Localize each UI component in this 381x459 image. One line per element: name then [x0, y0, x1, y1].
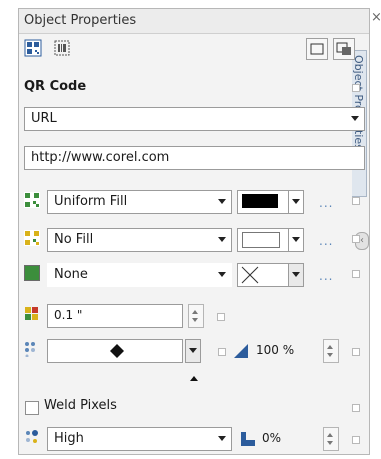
outline-color-icon — [24, 265, 40, 281]
background-more-button[interactable]: ... — [319, 234, 333, 248]
pixel-spacing-icon — [241, 432, 255, 446]
roundness-value[interactable]: 100 % — [256, 343, 294, 357]
fill-lock-toggle[interactable] — [352, 197, 360, 205]
qr-green-fill-icon — [24, 192, 40, 208]
fill-color-dropdown[interactable] — [288, 190, 304, 214]
pixel-shape-arrow[interactable] — [185, 339, 201, 363]
side-tab-label: Object Properties — [352, 55, 365, 150]
chevron-down-icon — [218, 272, 226, 277]
outline-lock-toggle[interactable] — [352, 270, 360, 278]
fill-color-picker[interactable] — [237, 190, 289, 214]
qr-type-dropdown[interactable]: URL — [24, 107, 365, 131]
panel-title: Object Properties — [24, 13, 137, 28]
fill-type-dropdown[interactable]: Uniform Fill — [47, 190, 232, 214]
collapse-arrow-icon[interactable] — [190, 376, 198, 381]
weld-pixels-checkbox[interactable] — [25, 401, 39, 415]
outline-type-dropdown[interactable]: None — [47, 263, 232, 287]
qr-code-icon[interactable] — [24, 39, 42, 57]
url-value: http://www.corel.com — [31, 150, 170, 165]
chevron-down-icon — [189, 348, 197, 353]
pixel-spacing-spinner[interactable] — [323, 427, 339, 451]
lock-toggle[interactable] — [352, 84, 360, 92]
chevron-down-icon — [218, 436, 226, 441]
error-correction-dropdown[interactable]: High — [47, 427, 232, 451]
background-color-swatch — [242, 232, 280, 248]
outline-width-value: 0.1 " — [54, 308, 83, 322]
barcode-icon[interactable] — [53, 39, 71, 57]
qr-type-value: URL — [31, 111, 57, 126]
wrap-button[interactable] — [333, 38, 355, 60]
weld-lock-toggle[interactable] — [352, 404, 360, 412]
roundness-lock-toggle[interactable] — [352, 348, 360, 356]
outline-width-lock-toggle[interactable] — [217, 313, 225, 321]
chevron-down-icon — [292, 199, 300, 204]
outline-type-value: None — [54, 267, 88, 282]
chevron-down-icon — [292, 272, 300, 277]
fill-type-value: Uniform Fill — [54, 194, 128, 209]
error-correction-icon — [26, 430, 38, 443]
outline-width-spinner[interactable] — [188, 304, 204, 328]
chevron-down-icon — [218, 237, 226, 242]
chevron-down-icon — [351, 116, 359, 121]
background-fill-value: No Fill — [54, 232, 94, 247]
wrap-icon — [336, 42, 351, 55]
frame-icon — [310, 43, 324, 55]
roundness-icon — [234, 344, 248, 358]
no-color-x-icon — [241, 266, 259, 284]
outline-width-input[interactable]: 0.1 " — [47, 304, 183, 328]
pixel-spacing-value[interactable]: 0% — [262, 431, 281, 445]
fill-more-button[interactable]: ... — [319, 196, 333, 210]
outline-color-dropdown[interactable] — [288, 263, 304, 287]
diamond-shape-icon — [110, 344, 124, 358]
pixel-shape-dropdown[interactable] — [47, 339, 183, 363]
outline-more-button[interactable]: ... — [319, 269, 333, 283]
weld-pixels-label: Weld Pixels — [44, 398, 117, 413]
error-correction-value: High — [54, 431, 84, 446]
pixel-shape-lock-toggle[interactable] — [218, 348, 226, 356]
pixel-spacing-lock-toggle[interactable] — [352, 436, 360, 444]
panel-titlebar: Object Properties — [19, 9, 369, 34]
outline-width-icon — [25, 307, 38, 320]
url-field[interactable]: http://www.corel.com — [24, 146, 365, 170]
close-icon[interactable]: × — [371, 10, 381, 25]
background-color-picker[interactable] — [237, 228, 289, 252]
chevron-down-icon — [292, 237, 300, 242]
qr-yellow-fill-icon — [24, 230, 40, 246]
section-title: QR Code — [24, 79, 87, 94]
fill-color-swatch — [242, 194, 278, 208]
frame-button[interactable] — [306, 38, 328, 60]
background-color-dropdown[interactable] — [288, 228, 304, 252]
dot-pattern-icon — [25, 342, 35, 357]
chevron-down-icon — [218, 199, 226, 204]
background-lock-toggle[interactable] — [352, 235, 360, 243]
roundness-spinner[interactable] — [323, 339, 339, 363]
background-fill-dropdown[interactable]: No Fill — [47, 228, 232, 252]
outline-color-picker[interactable] — [237, 263, 289, 287]
